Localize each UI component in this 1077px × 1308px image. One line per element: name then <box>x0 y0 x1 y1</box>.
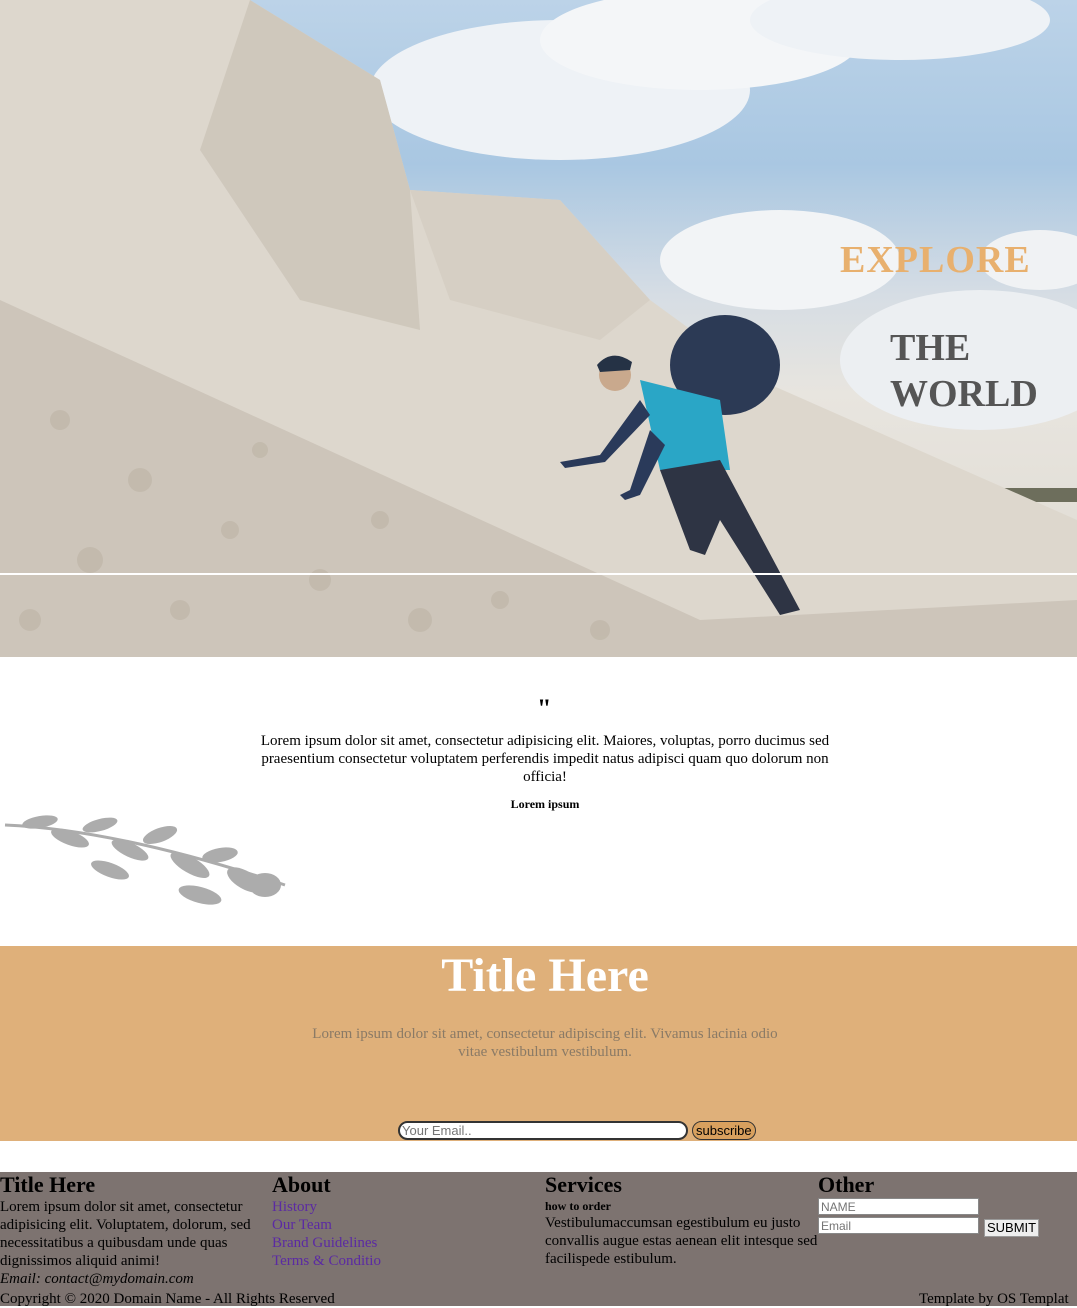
footer-col3-title: Services <box>545 1172 622 1197</box>
subscribe-button[interactable]: subscribe <box>692 1121 756 1140</box>
footer-col3-text: Vestibulumaccumsan egestibulum eu justo … <box>545 1215 818 1267</box>
footer-link-our-team[interactable]: Our Team <box>272 1216 532 1234</box>
footer-col3-subtitle: how to order <box>545 1199 611 1213</box>
email-input[interactable] <box>398 1121 688 1140</box>
testimonial-author: Lorem ipsum <box>510 797 580 811</box>
footer-col2-title: About <box>272 1172 331 1197</box>
footer-email-input[interactable] <box>818 1217 979 1234</box>
subscribe-form: subscribe <box>398 1121 756 1140</box>
footer-col1-title: Title Here <box>0 1172 96 1197</box>
footer-link-terms[interactable]: Terms & Conditio <box>272 1252 532 1270</box>
footer-link-brand-guidelines[interactable]: Brand Guidelines <box>272 1234 532 1252</box>
testimonial-text: Lorem ipsum dolor sit amet, consectetur … <box>260 733 830 785</box>
footer-col1-text: Lorem ipsum dolor sit amet, consectetur … <box>0 1199 251 1269</box>
hero-divider <box>0 573 1077 575</box>
leaf-shadow-icon <box>4 815 286 905</box>
template-credit: Template by OS Templat <box>919 1291 1069 1307</box>
footer-name-input[interactable] <box>818 1198 979 1215</box>
footer-link-history[interactable]: History <box>272 1198 532 1216</box>
footer-col-services: Services how to order Vestibulumaccumsan… <box>545 1172 820 1268</box>
hero-title-explore: EXPLORE <box>840 239 1031 281</box>
footer-col-about: About History Our Team Brand Guidelines … <box>272 1172 532 1270</box>
banner-text: Lorem ipsum dolor sit amet, consectetur … <box>312 1026 778 1060</box>
footer-submit-button[interactable]: SUBMIT <box>984 1219 1040 1237</box>
copyright-text: Copyright © 2020 Domain Name - All Right… <box>0 1291 335 1307</box>
banner-title: Title Here <box>441 949 649 1002</box>
quote-icon: " <box>537 694 552 723</box>
footer-col-info: Title Here Lorem ipsum dolor sit amet, c… <box>0 1172 265 1288</box>
footer-email: Email: contact@mydomain.com <box>0 1271 194 1287</box>
footer-col4-title: Other <box>818 1172 875 1197</box>
hero-title-world: THE WORLD <box>890 327 1038 415</box>
